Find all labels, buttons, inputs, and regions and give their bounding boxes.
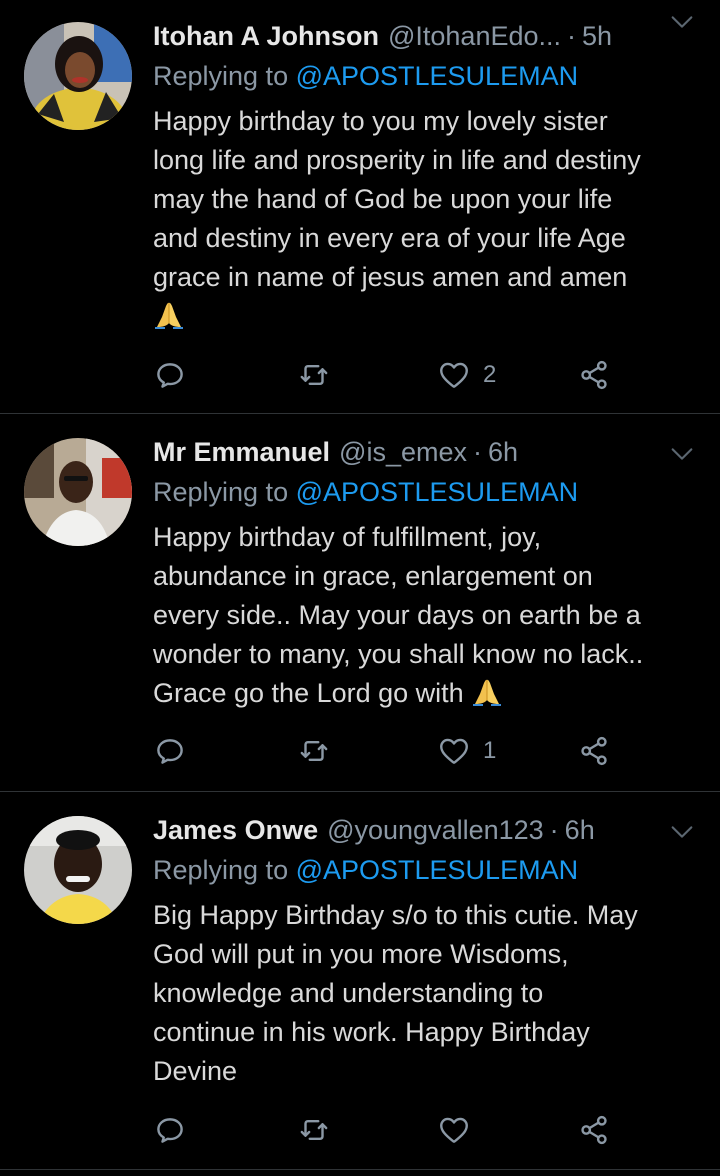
- timestamp[interactable]: 6h: [488, 437, 518, 468]
- reply-icon: [153, 1113, 187, 1147]
- replying-to: Replying to @APOSTLESULEMAN: [153, 472, 578, 512]
- retweet-icon: [297, 358, 331, 392]
- chevron-down-icon[interactable]: [668, 8, 696, 36]
- reply-button[interactable]: [153, 355, 187, 395]
- user-handle[interactable]: @youngvallen123: [327, 815, 544, 846]
- avatar[interactable]: [24, 816, 132, 924]
- share-icon: [577, 734, 611, 768]
- display-name[interactable]: James Onwe: [153, 815, 318, 846]
- avatar[interactable]: [24, 22, 132, 130]
- action-bar: 1: [153, 731, 623, 771]
- like-button[interactable]: 1: [437, 731, 496, 771]
- heart-icon: [437, 358, 471, 392]
- separator: ·: [549, 814, 559, 845]
- separator: ·: [473, 436, 482, 467]
- timestamp[interactable]: 6h: [565, 815, 595, 846]
- retweet-icon: [297, 1113, 331, 1147]
- replying-to-label: Replying to: [153, 477, 296, 507]
- chevron-down-icon[interactable]: [668, 440, 696, 468]
- tweet-1[interactable]: Itohan A Johnson @ItohanEdo... · 5h Repl…: [0, 0, 720, 414]
- tweet-text-line: God will put in you more Wisdoms,: [153, 939, 569, 969]
- tweet-text-line: long life and prosperity in life and des…: [153, 145, 641, 175]
- tweet-3[interactable]: James Onwe @youngvallen123 · 6h Replying…: [0, 792, 720, 1170]
- tweet-text-line: may the hand of God be upon your life: [153, 184, 613, 214]
- reply-button[interactable]: [153, 731, 187, 771]
- share-button[interactable]: [577, 355, 611, 395]
- display-name[interactable]: Mr Emmanuel: [153, 437, 330, 468]
- retweet-button[interactable]: [297, 1110, 331, 1150]
- tweet-text-line: continue in his work. Happy Birthday: [153, 1017, 590, 1047]
- mention-link[interactable]: @APOSTLESULEMAN: [296, 855, 579, 885]
- tweet-text-line: and destiny in every era of your life Ag…: [153, 223, 626, 253]
- chevron-down-icon[interactable]: [668, 818, 696, 846]
- tweet-text-line: abundance in grace, enlargement on: [153, 561, 593, 591]
- tweet-text: Happy birthday to you my lovely sister l…: [153, 102, 713, 336]
- mention-link[interactable]: @APOSTLESULEMAN: [296, 61, 579, 91]
- tweet-text-line: Devine: [153, 1056, 238, 1086]
- heart-icon: [437, 734, 471, 768]
- folded-hands-emoji: [153, 299, 185, 329]
- tweet-text-line: Happy birthday of fulfillment, joy,: [153, 522, 542, 552]
- tweet-text-line: every side.. May your days on earth be a: [153, 600, 641, 630]
- share-button[interactable]: [577, 1110, 611, 1150]
- retweet-button[interactable]: [297, 731, 331, 771]
- tweet-text-line: grace in name of jesus amen and amen: [153, 262, 628, 292]
- user-handle[interactable]: @ItohanEdo...: [388, 21, 561, 52]
- timestamp[interactable]: 5h: [582, 21, 612, 52]
- tweet-text-line: Grace go the Lord go with: [153, 678, 464, 708]
- heart-icon: [437, 1113, 471, 1147]
- tweet-text-line: wonder to many, you shall know no lack..: [153, 639, 644, 669]
- replying-to-label: Replying to: [153, 855, 296, 885]
- tweet-text: Big Happy Birthday s/o to this cutie. Ma…: [153, 896, 713, 1091]
- share-icon: [577, 358, 611, 392]
- folded-hands-emoji: [471, 676, 503, 706]
- replying-to-label: Replying to: [153, 61, 296, 91]
- replying-to: Replying to @APOSTLESULEMAN: [153, 850, 578, 890]
- display-name[interactable]: Itohan A Johnson: [153, 21, 379, 52]
- share-button[interactable]: [577, 731, 611, 771]
- separator: ·: [567, 20, 577, 51]
- replying-to: Replying to @APOSTLESULEMAN: [153, 56, 578, 96]
- like-button[interactable]: [437, 1110, 483, 1150]
- like-count: 2: [483, 361, 497, 388]
- tweet-text-line: Happy birthday to you my lovely sister: [153, 106, 608, 136]
- tweet-text-line: knowledge and understanding to: [153, 978, 544, 1008]
- tweet-text: Happy birthday of fulfillment, joy, abun…: [153, 518, 713, 713]
- like-button[interactable]: 2: [437, 355, 496, 395]
- retweet-button[interactable]: [297, 355, 331, 395]
- action-bar: [153, 1110, 623, 1150]
- tweet-text-line: Big Happy Birthday s/o to this cutie. Ma…: [153, 900, 638, 930]
- mention-link[interactable]: @APOSTLESULEMAN: [296, 477, 579, 507]
- tweet-2[interactable]: Mr Emmanuel @is_emex · 6h Replying to @A…: [0, 414, 720, 792]
- reply-icon: [153, 734, 187, 768]
- action-bar: 2: [153, 355, 623, 395]
- user-handle[interactable]: @is_emex: [339, 437, 467, 468]
- like-count: 1: [483, 737, 497, 764]
- reply-button[interactable]: [153, 1110, 187, 1150]
- share-icon: [577, 1113, 611, 1147]
- reply-icon: [153, 358, 187, 392]
- avatar[interactable]: [24, 438, 132, 546]
- retweet-icon: [297, 734, 331, 768]
